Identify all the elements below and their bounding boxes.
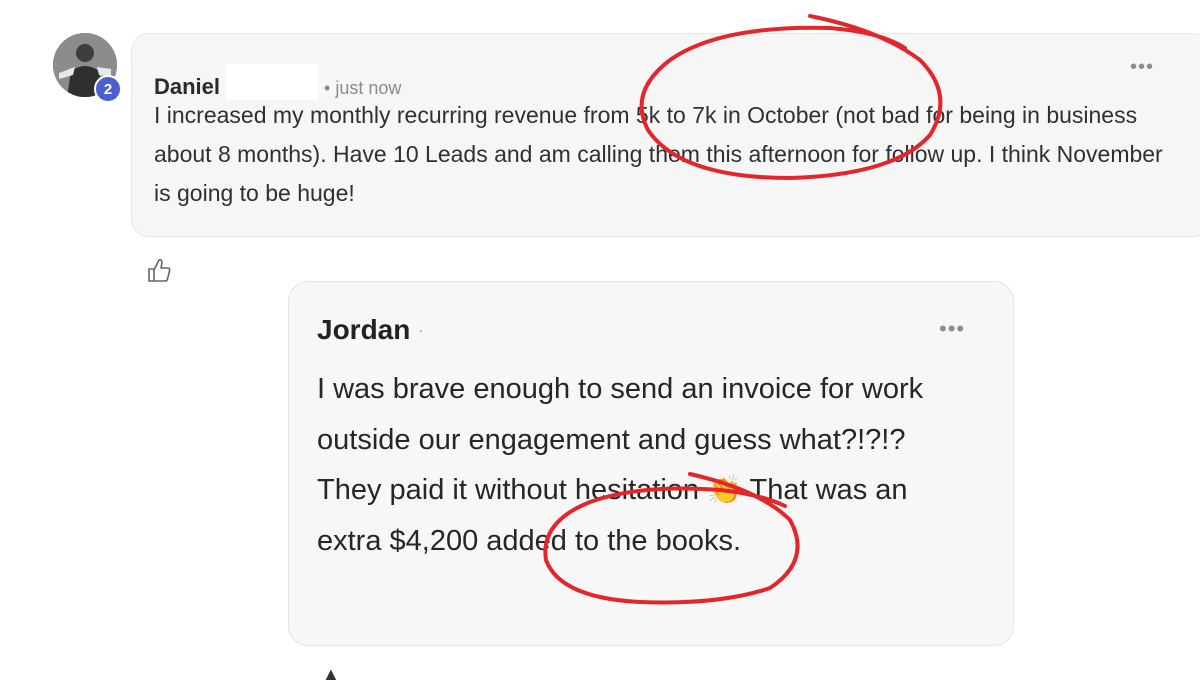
comment-author-mark: · <box>418 322 424 340</box>
post-more-options-icon[interactable]: ••• <box>1130 56 1154 79</box>
comment-author-text: Jordan <box>317 314 411 345</box>
comment-card: Jordan · ••• I was brave enough to send … <box>288 281 1014 646</box>
comment-body: I was brave enough to send an invoice fo… <box>317 364 967 566</box>
level-badge: 2 <box>94 75 122 103</box>
name-redaction <box>226 64 319 100</box>
post-body: I increased my monthly recurring revenue… <box>154 102 1163 206</box>
post-card: Daniel • just now ••• I increased my mon… <box>131 33 1200 237</box>
comment-more-options-icon[interactable]: ••• <box>939 316 965 342</box>
thumbs-up-icon[interactable] <box>146 256 172 284</box>
post-header: Daniel • just now <box>154 58 401 100</box>
clapping-hands-icon: 👏 <box>707 474 742 505</box>
comment-author-name[interactable]: Jordan · <box>317 314 423 346</box>
